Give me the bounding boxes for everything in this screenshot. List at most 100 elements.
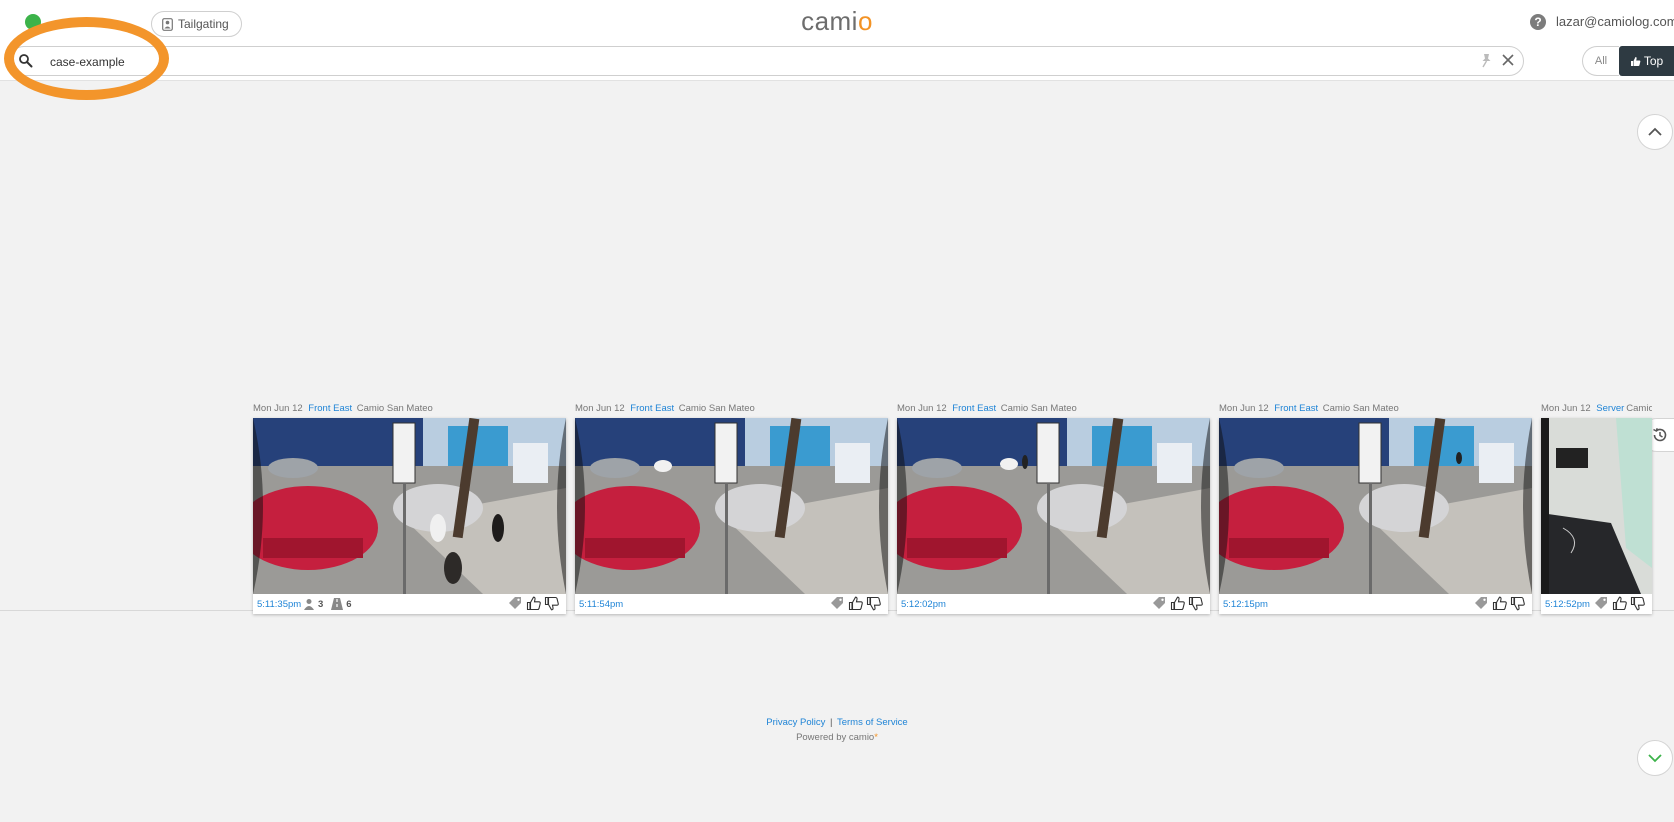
clip-body: 5:12:52pm — [1541, 418, 1652, 614]
tailgating-chip-label: Tailgating — [178, 17, 229, 31]
clip-footer: 5:11:54pm — [575, 594, 888, 614]
thumbs-down-icon[interactable] — [544, 596, 560, 611]
clip-date: Mon Jun 12 — [1219, 403, 1269, 414]
people-count: 3 — [318, 598, 324, 610]
logo-accent: o — [857, 6, 873, 36]
clip-card[interactable]: Mon Jun 12 Front East Camio San Mateo 5:… — [897, 403, 1210, 614]
thumbs-up-icon — [1630, 56, 1641, 66]
person-badge-icon — [162, 17, 173, 31]
chevron-up-icon — [1648, 127, 1662, 136]
clip-body: 5:11:54pm — [575, 418, 888, 614]
clip-body: 5:12:15pm — [1219, 418, 1532, 614]
thumbs-up-icon[interactable] — [1170, 596, 1186, 611]
tag-icon[interactable] — [830, 596, 846, 611]
clip-camera-link[interactable]: Front East — [308, 403, 352, 414]
clip-thumbnail[interactable] — [1219, 418, 1532, 594]
clip-footer: 5:12:52pm — [1541, 594, 1652, 614]
clip-card[interactable]: Mon Jun 12 ServerCamio S 5:12:52pm — [1541, 403, 1652, 614]
thumbs-down-icon[interactable] — [1188, 596, 1204, 611]
street-scene-image — [575, 418, 888, 594]
clip-footer: 5:11:35pm 3 6 — [253, 594, 566, 614]
search-bar — [9, 46, 1524, 76]
powered-by: Powered by camio* — [0, 732, 1674, 743]
history-icon — [1653, 427, 1667, 442]
clip-thumbnail[interactable] — [1541, 418, 1652, 594]
user-email: lazar@camiolog.com — [1556, 14, 1674, 29]
clip-date: Mon Jun 12 — [253, 403, 303, 414]
clip-location: Camio San Mateo — [678, 403, 755, 414]
clip-card[interactable]: Mon Jun 12 Front East Camio San Mateo 5:… — [575, 403, 888, 614]
clip-thumbnail[interactable] — [897, 418, 1210, 594]
thumbs-down-icon[interactable] — [1630, 596, 1646, 611]
pin-icon[interactable] — [1479, 53, 1494, 68]
clip-actions — [1594, 596, 1646, 611]
clip-date: Mon Jun 12 — [1541, 403, 1591, 414]
search-icon[interactable] — [18, 53, 33, 68]
powered-by-text: Powered by camio — [796, 732, 875, 743]
clip-location: Camio San Mateo — [1322, 403, 1399, 414]
clip-camera-link[interactable]: Server — [1596, 403, 1624, 414]
filter-all-button[interactable]: All — [1582, 46, 1619, 76]
thumbs-up-icon[interactable] — [526, 596, 542, 611]
street-scene-image — [1219, 418, 1532, 594]
clip-body: 5:12:02pm — [897, 418, 1210, 614]
tag-icon[interactable] — [1594, 596, 1610, 611]
thumbs-up-icon[interactable] — [1612, 596, 1628, 611]
server-room-image — [1541, 418, 1652, 594]
clip-time-link[interactable]: 5:12:52pm — [1545, 599, 1590, 610]
clip-location: Camio S — [1626, 403, 1652, 414]
powered-by-mark: * — [874, 732, 878, 743]
clip-time-link[interactable]: 5:12:02pm — [901, 599, 946, 610]
clip-thumbnail[interactable] — [575, 418, 888, 594]
vehicle-count: 6 — [346, 598, 352, 610]
clip-camera-link[interactable]: Front East — [952, 403, 996, 414]
thumbs-up-icon[interactable] — [1492, 596, 1508, 611]
clip-location: Camio San Mateo — [1000, 403, 1077, 414]
user-menu[interactable]: lazar@camiolog.com ▼ — [1556, 14, 1674, 29]
top-bar: Tailgating camio ? lazar@camiolog.com ▼ … — [0, 0, 1674, 81]
clip-meta: Mon Jun 12 ServerCamio S — [1541, 403, 1652, 417]
thumbs-up-icon[interactable] — [848, 596, 864, 611]
thumbs-down-icon[interactable] — [866, 596, 882, 611]
tag-icon[interactable] — [508, 596, 524, 611]
clip-meta: Mon Jun 12 Front East Camio San Mateo — [897, 403, 1210, 417]
footer-links: Privacy Policy | Terms of Service — [0, 717, 1674, 728]
clip-meta: Mon Jun 12 Front East Camio San Mateo — [253, 403, 566, 417]
close-icon[interactable] — [1500, 52, 1516, 68]
clip-strip: Mon Jun 12 Front East Camio San Mateo 5:… — [253, 403, 1653, 618]
clip-location: Camio San Mateo — [356, 403, 433, 414]
scroll-up-button[interactable] — [1637, 114, 1673, 150]
clip-time-link[interactable]: 5:12:15pm — [1223, 599, 1268, 610]
chevron-down-icon — [1648, 754, 1662, 763]
clip-meta: Mon Jun 12 Front East Camio San Mateo — [575, 403, 888, 417]
thumbs-down-icon[interactable] — [1510, 596, 1526, 611]
clip-footer: 5:12:15pm — [1219, 594, 1532, 614]
tag-icon[interactable] — [1152, 596, 1168, 611]
clip-camera-link[interactable]: Front East — [630, 403, 674, 414]
tailgating-filter-chip[interactable]: Tailgating — [151, 11, 242, 37]
privacy-policy-link[interactable]: Privacy Policy — [766, 717, 825, 728]
clip-camera-link[interactable]: Front East — [1274, 403, 1318, 414]
filter-top-button[interactable]: Top — [1619, 46, 1674, 76]
tag-icon[interactable] — [1474, 596, 1490, 611]
clip-thumbnail[interactable] — [253, 418, 566, 594]
logo-text: cami — [801, 6, 858, 36]
status-indicator-icon[interactable] — [25, 14, 41, 30]
footer-separator: | — [830, 717, 833, 728]
clip-time-link[interactable]: 5:11:35pm — [257, 599, 301, 610]
clip-body: 5:11:35pm 3 6 — [253, 418, 566, 614]
clip-card[interactable]: Mon Jun 12 Front East Camio San Mateo 5:… — [253, 403, 566, 614]
search-input[interactable] — [48, 51, 1452, 73]
street-scene-image — [253, 418, 566, 594]
clip-card[interactable]: Mon Jun 12 Front East Camio San Mateo 5:… — [1219, 403, 1532, 614]
clip-actions — [508, 596, 560, 611]
street-scene-image — [897, 418, 1210, 594]
clip-meta: Mon Jun 12 Front East Camio San Mateo — [1219, 403, 1532, 417]
scroll-down-button[interactable] — [1637, 740, 1673, 776]
clip-actions — [1152, 596, 1204, 611]
filter-top-label: Top — [1643, 54, 1664, 68]
help-icon[interactable]: ? — [1530, 14, 1546, 30]
clip-actions — [830, 596, 882, 611]
clip-time-link[interactable]: 5:11:54pm — [579, 599, 623, 610]
terms-of-service-link[interactable]: Terms of Service — [837, 717, 908, 728]
